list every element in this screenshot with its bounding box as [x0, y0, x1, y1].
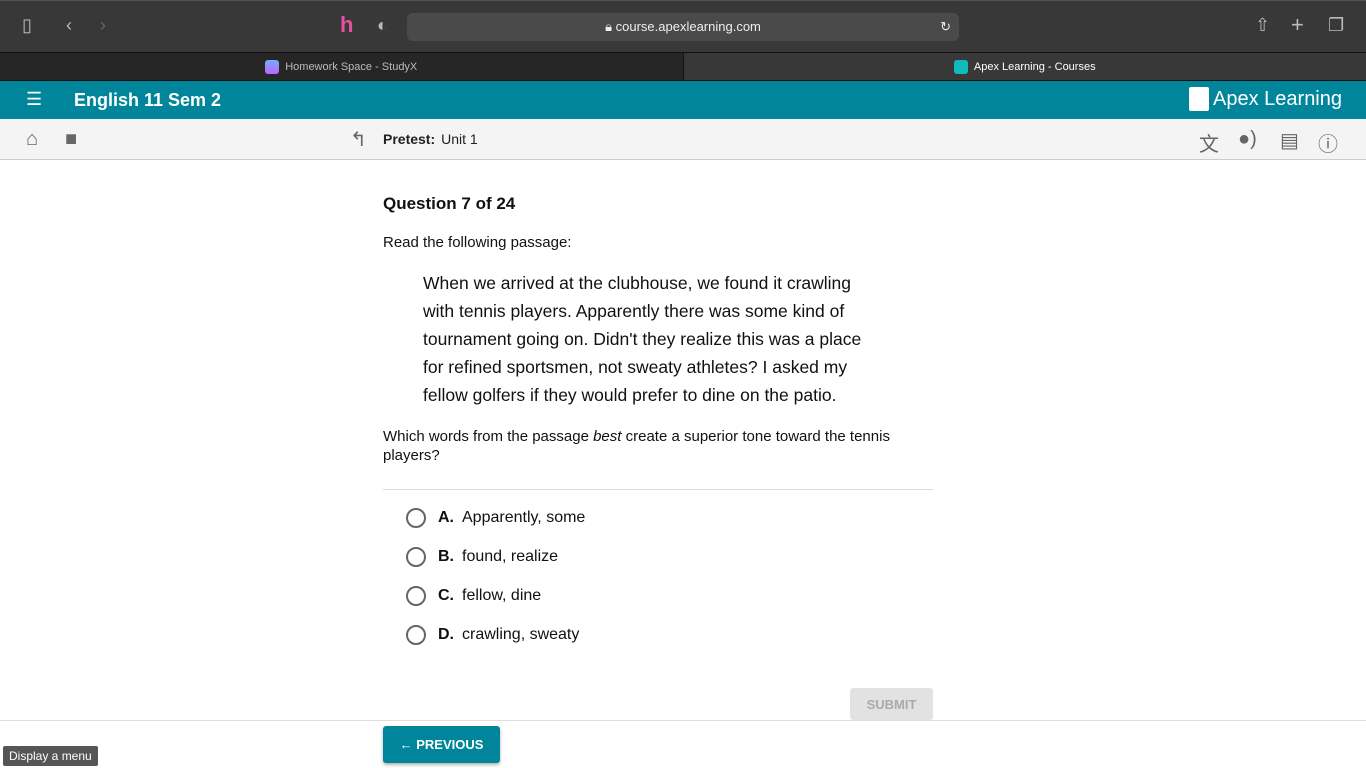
honey-extension-icon[interactable]: h: [340, 12, 353, 38]
studyx-favicon-icon: [265, 59, 280, 74]
divider: [383, 489, 933, 490]
up-arrow-icon[interactable]: ↰: [350, 127, 367, 152]
print-icon[interactable]: ▤: [1280, 128, 1299, 153]
briefcase-icon[interactable]: ■: [65, 128, 77, 151]
question-panel: Question 7 of 24 Read the following pass…: [383, 194, 933, 646]
new-tab-icon[interactable]: +: [1291, 12, 1304, 38]
answer-option-c[interactable]: C. fellow, dine: [406, 585, 933, 607]
forward-icon[interactable]: ›: [100, 15, 106, 36]
menu-icon[interactable]: ☰: [26, 89, 42, 110]
apex-logo: Apex Learning: [1189, 87, 1342, 111]
answer-option-d[interactable]: D. crawling, sweaty: [406, 624, 933, 646]
breadcrumb: Pretest: Unit 1: [383, 131, 478, 147]
passage: When we arrived at the clubhouse, we fou…: [423, 273, 862, 405]
shield-icon[interactable]: ◐: [377, 15, 388, 36]
course-toolbar: ⌂ ■ ↰ Pretest: Unit 1 文 ●) ▤ ⓘ: [0, 119, 1366, 160]
home-icon[interactable]: ⌂: [26, 128, 38, 151]
translate-icon[interactable]: 文: [1199, 128, 1219, 157]
reload-icon[interactable]: ↻: [940, 13, 951, 41]
submit-button[interactable]: SUBMIT: [850, 688, 933, 720]
radio-button[interactable]: [406, 586, 426, 606]
tab-bar: Homework Space - StudyX Apex Learning - …: [0, 52, 1366, 81]
arrow-left-icon: ←: [399, 737, 417, 752]
back-icon[interactable]: ‹: [66, 15, 72, 36]
answer-option-a[interactable]: A. Apparently, some: [406, 507, 933, 529]
share-icon[interactable]: ⇧: [1255, 15, 1270, 36]
tooltip: Display a menu: [3, 746, 98, 766]
address-bar[interactable]: 🔒︎ course.apexlearning.com ↻: [407, 13, 959, 41]
tab-overview-icon[interactable]: ❐: [1328, 15, 1344, 36]
browser-toolbar: ▯ ‹ › h ◐ 🔒︎ course.apexlearning.com ↻ ⇧ …: [0, 0, 1366, 52]
course-title: English 11 Sem 2: [74, 90, 222, 110]
previous-button[interactable]: ← PREVIOUS: [383, 726, 500, 763]
sidebar-icon[interactable]: ▯: [22, 15, 32, 36]
apex-logo-mark-icon: [1189, 87, 1210, 111]
question-intro: Read the following passage:: [383, 234, 572, 251]
lock-icon: 🔒︎: [605, 19, 616, 34]
question-number: Question 7 of 24: [383, 194, 516, 213]
tab-apex[interactable]: Apex Learning - Courses: [682, 53, 1366, 80]
radio-button[interactable]: [406, 547, 426, 567]
tab-studyx[interactable]: Homework Space - StudyX: [0, 53, 683, 80]
answer-option-b[interactable]: B. found, realize: [406, 546, 933, 568]
radio-button[interactable]: [406, 508, 426, 528]
radio-button[interactable]: [406, 625, 426, 645]
footer: ← PREVIOUS Display a menu: [0, 720, 1366, 768]
apex-favicon-icon: [953, 59, 968, 74]
question-stem: Which words from the passage best create…: [383, 428, 890, 464]
app-header: ☰ English 11 Sem 2 Apex Learning: [0, 81, 1366, 119]
help-icon[interactable]: ⓘ: [1318, 128, 1338, 157]
read-aloud-icon[interactable]: ●): [1238, 128, 1257, 151]
